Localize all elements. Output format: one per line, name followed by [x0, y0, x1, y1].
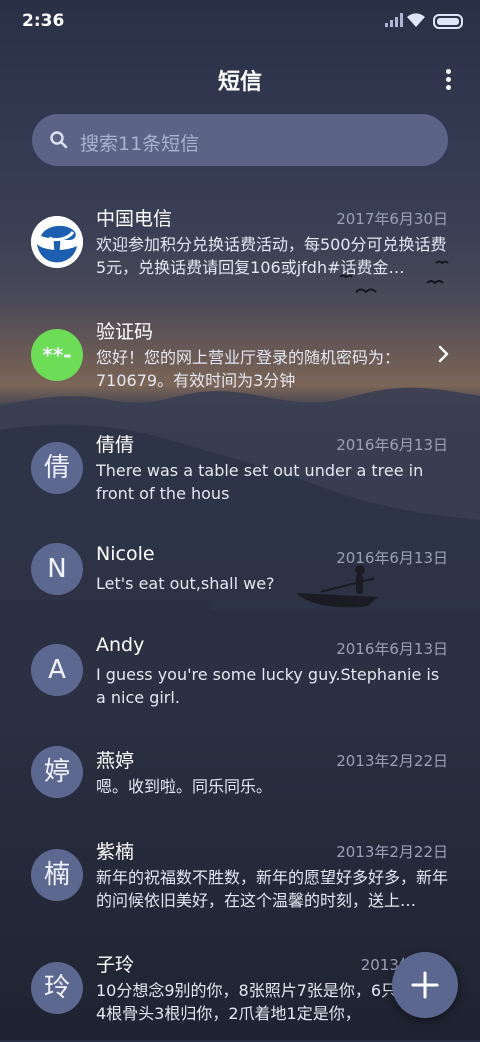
conversation-date: 2013年2月22日	[336, 752, 448, 770]
conversation-preview: 您好！您的网上营业厅登录的随机密码为：710679。有效时间为3分钟	[96, 348, 401, 390]
page-title: 短信	[217, 70, 262, 95]
status-time: 2:36	[22, 11, 65, 31]
conversation-date: 2016年6月13日	[336, 549, 448, 567]
telecom-logo-icon	[31, 216, 83, 268]
conversation-item[interactable]: 倩 倩倩 2016年6月13日 There was a table set ou…	[0, 422, 480, 522]
wifi-icon	[407, 13, 425, 27]
conversation-item[interactable]: 中国电信 2017年6月30日 欢迎参加积分兑换话费活动，每500分可兑换话费5…	[0, 196, 480, 296]
avatar: 婷	[31, 746, 83, 798]
conversation-date: 2016年6月13日	[336, 436, 448, 454]
conversation-date: 2013年2月22日	[336, 843, 448, 861]
conversation-preview: 嗯。收到啦。同乐同乐。	[96, 777, 273, 796]
search-icon	[50, 131, 68, 149]
conversation-preview: 欢迎参加积分兑换话费活动，每500分可兑换话费5元，兑换话费请回复106或jfd…	[96, 235, 447, 277]
avatar: **-	[31, 329, 83, 381]
chevron-right-icon[interactable]	[438, 345, 450, 363]
conversation-name: 倩倩	[96, 434, 135, 456]
avatar: 楠	[31, 849, 83, 901]
search-input[interactable]: 搜索11条短信	[32, 114, 448, 166]
conversation-item[interactable]: A Andy 2016年6月13日 I guess you're some lu…	[0, 626, 480, 726]
more-vertical-icon[interactable]	[438, 66, 458, 94]
conversation-item[interactable]: 楠 紫楠 2013年2月22日 新年的祝福数不胜数，新年的愿望好多好多，新年的问…	[0, 829, 480, 929]
conversation-date: 2016年6月13日	[336, 640, 448, 658]
new-message-button[interactable]	[392, 952, 458, 1018]
conversation-name: 验证码	[96, 321, 154, 343]
avatar: 倩	[31, 442, 83, 494]
battery-icon	[433, 14, 463, 29]
conversation-name: 紫楠	[96, 841, 135, 863]
plus-icon	[411, 971, 439, 999]
avatar: 玲	[31, 962, 83, 1014]
conversation-name: 子玲	[96, 954, 135, 976]
search-placeholder: 搜索11条短信	[80, 133, 200, 155]
avatar: N	[31, 543, 83, 595]
conversation-name: Andy	[96, 634, 145, 656]
signal-icon	[385, 13, 403, 27]
conversation-preview: There was a table set out under a tree i…	[96, 461, 424, 503]
conversation-name: 中国电信	[96, 208, 173, 230]
conversation-name: 燕婷	[96, 750, 135, 772]
conversation-name: Nicole	[96, 543, 155, 565]
conversation-item[interactable]: 婷 燕婷 2013年2月22日 嗯。收到啦。同乐同乐。	[0, 738, 480, 838]
avatar: A	[31, 644, 83, 696]
conversation-item[interactable]: **- 验证码 您好！您的网上营业厅登录的随机密码为：710679。有效时间为3…	[0, 309, 480, 409]
conversation-date: 2017年6月30日	[336, 210, 448, 228]
conversation-preview: Let's eat out,shall we?	[96, 574, 275, 593]
status-bar: 2:36	[0, 0, 480, 42]
conversation-item[interactable]: N Nicole 2016年6月13日 Let's eat out,shall …	[0, 535, 480, 635]
conversation-preview: I guess you're some lucky guy.Stephanie …	[96, 665, 440, 707]
conversation-preview: 新年的祝福数不胜数，新年的愿望好多好多，新年的问候依旧美好，在这个温馨的时刻，送…	[96, 868, 449, 910]
